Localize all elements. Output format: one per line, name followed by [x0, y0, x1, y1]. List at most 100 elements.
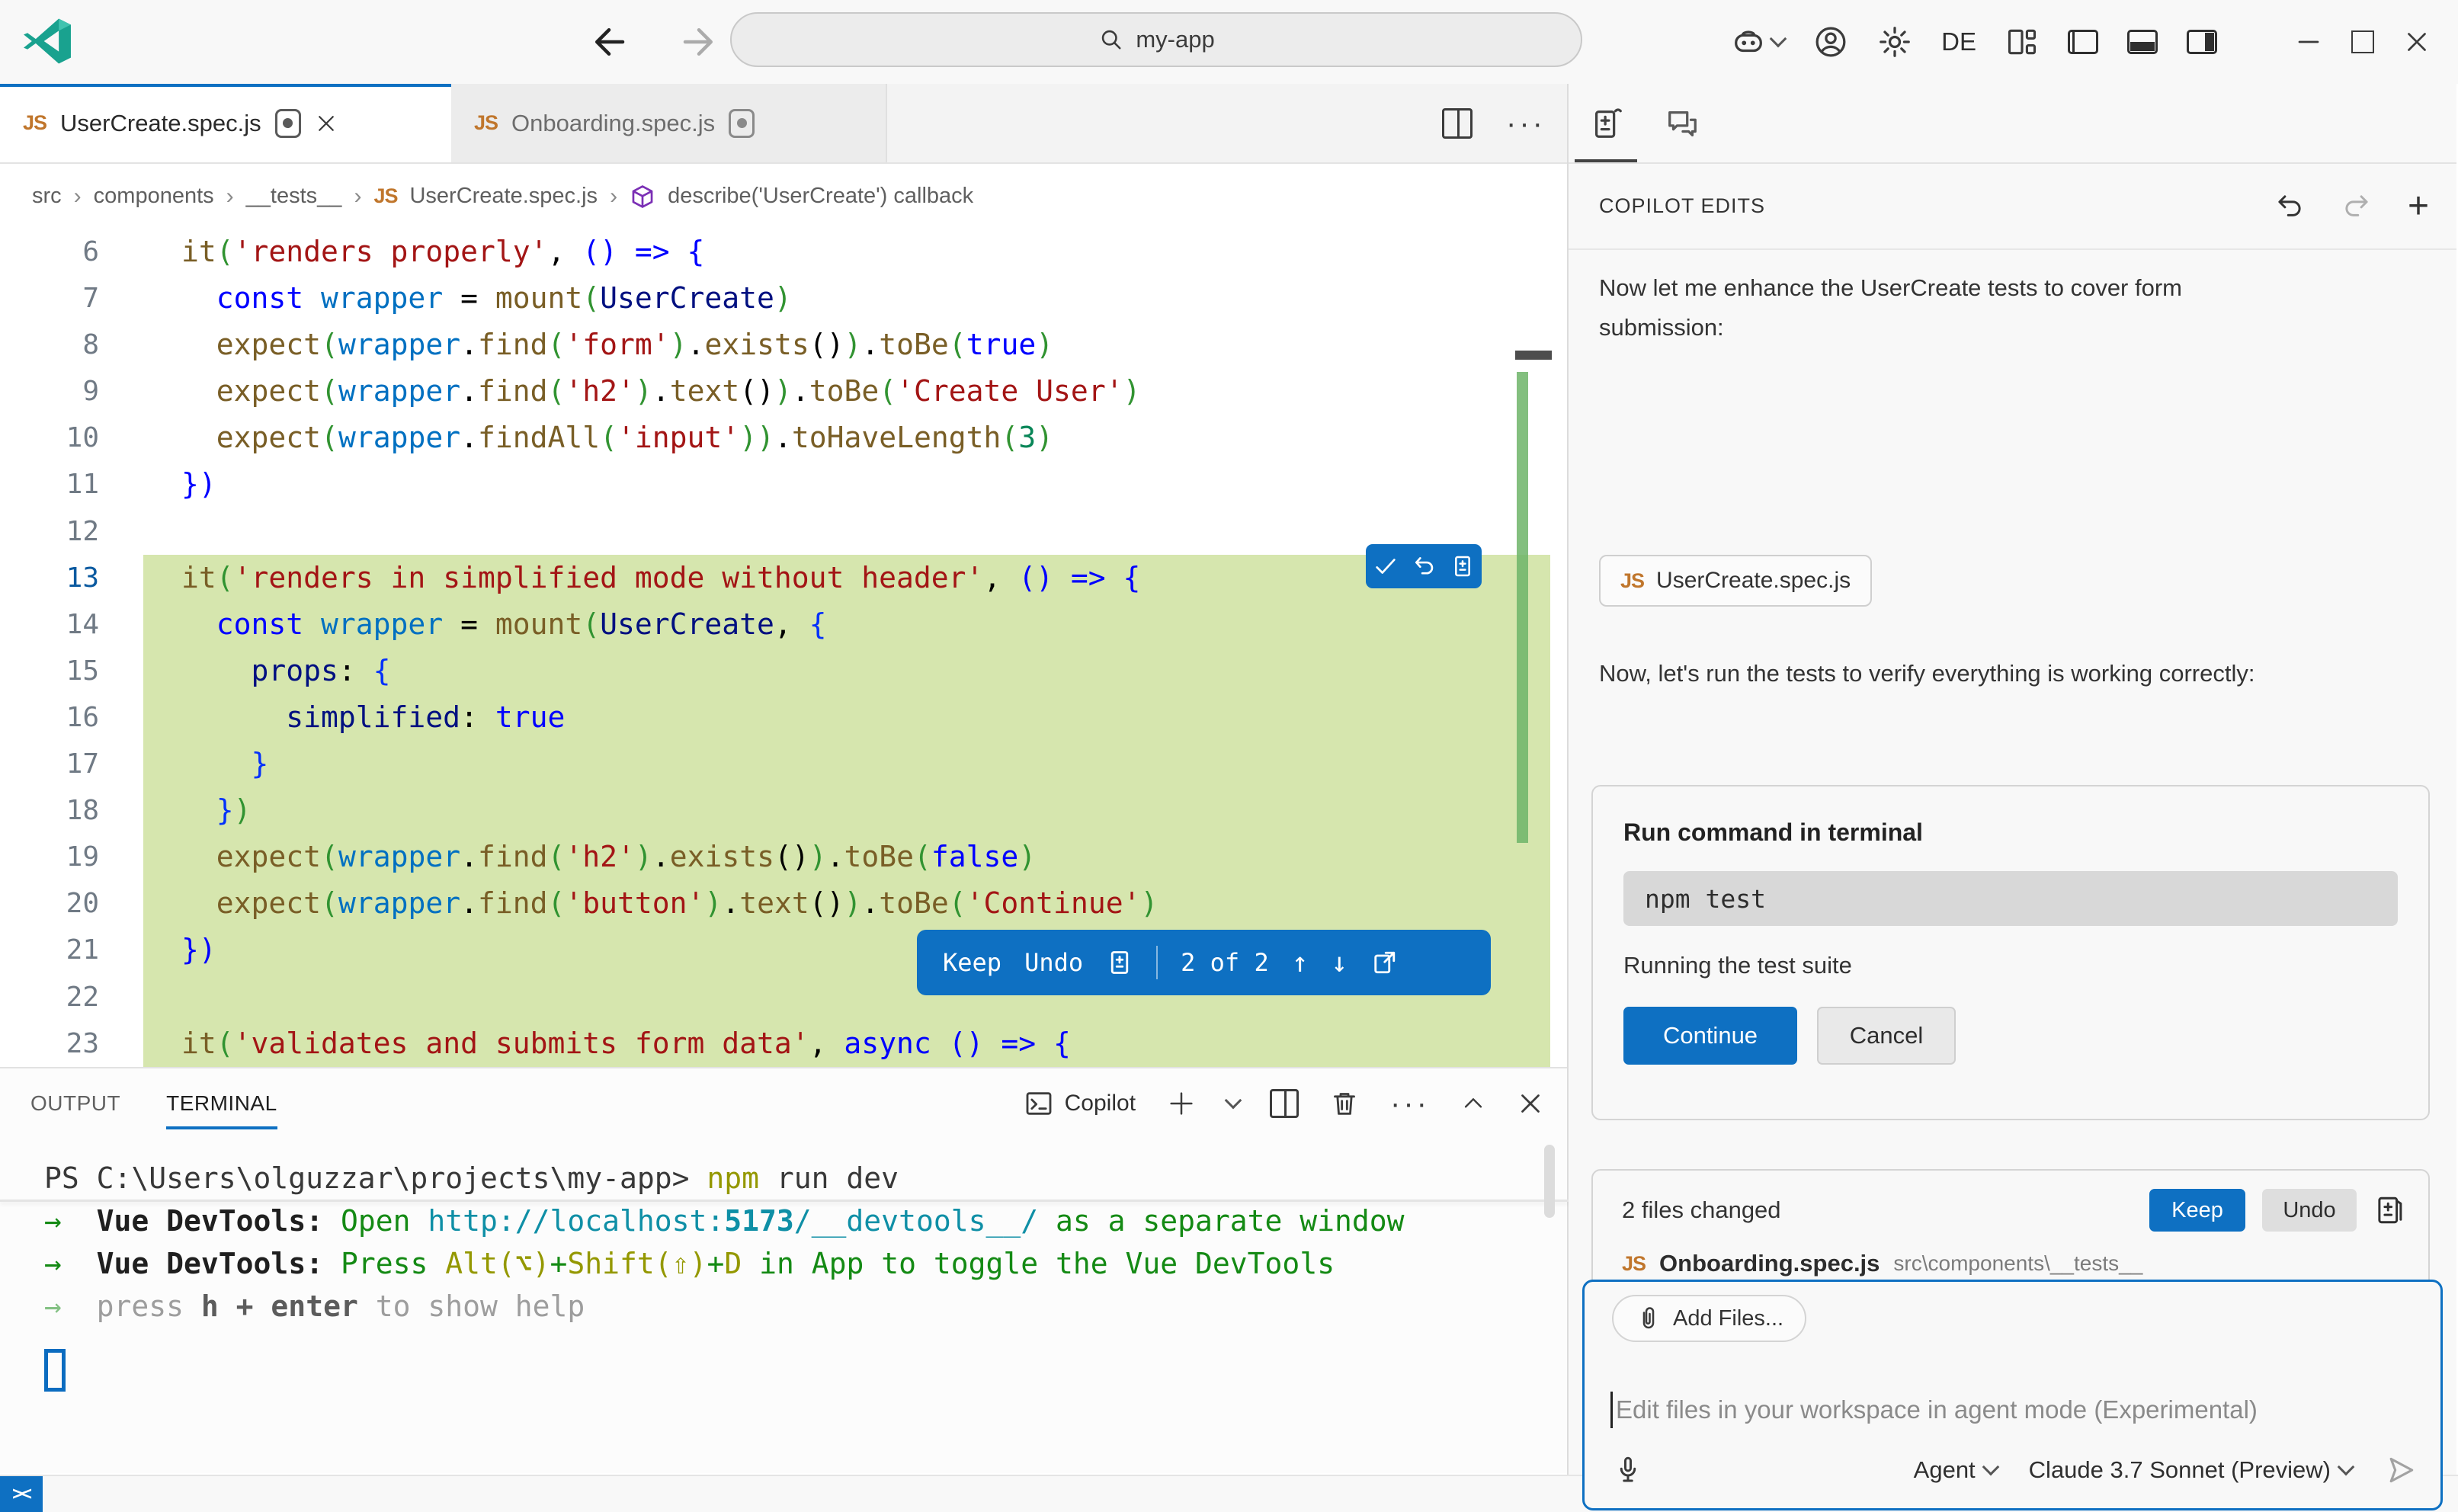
- window-maximize-button[interactable]: [2351, 30, 2374, 53]
- code-line[interactable]: 16 simplified: true: [0, 694, 1567, 741]
- toggle-primary-sidebar-icon[interactable]: [2068, 30, 2098, 54]
- code-line[interactable]: 8 expect(wrapper.find('form').exists()).…: [0, 322, 1567, 368]
- code-text: props: {: [143, 648, 1550, 694]
- previous-change-icon[interactable]: ↑: [1292, 947, 1309, 979]
- new-terminal-icon[interactable]: [1166, 1088, 1197, 1119]
- command-preview: npm test: [1623, 871, 2398, 926]
- overview-inserted-lines-bar: [1517, 372, 1528, 843]
- split-editor-icon[interactable]: [1442, 108, 1473, 139]
- close-tab-icon[interactable]: [315, 112, 338, 135]
- model-picker-dropdown[interactable]: Claude 3.7 Sonnet (Preview): [2029, 1456, 2352, 1484]
- code-line[interactable]: 6it('renders properly', () => {: [0, 229, 1567, 275]
- nav-back-icon[interactable]: [588, 21, 630, 62]
- customize-layout-icon[interactable]: [2005, 25, 2039, 59]
- breadcrumb-file[interactable]: UserCreate.spec.js: [409, 184, 598, 209]
- terminal-dropdown-icon[interactable]: [1225, 1092, 1242, 1110]
- keep-all-button[interactable]: Keep: [2149, 1189, 2245, 1232]
- code-line[interactable]: 23it('validates and submits form data', …: [0, 1020, 1567, 1067]
- line-number: 19: [0, 834, 99, 880]
- modified-indicator-icon[interactable]: [275, 109, 301, 138]
- code-text: const wrapper = mount(UserCreate): [143, 275, 1550, 322]
- code-line[interactable]: 11}): [0, 461, 1567, 508]
- line-number: 20: [0, 880, 99, 927]
- code-line[interactable]: 14 const wrapper = mount(UserCreate, {: [0, 601, 1567, 648]
- line-number: 22: [0, 974, 99, 1020]
- file-name: Onboarding.spec.js: [1659, 1250, 1880, 1277]
- redo-edit-icon: [2341, 191, 2373, 223]
- diff-file-icon[interactable]: [1450, 554, 1475, 578]
- code-line[interactable]: 20 expect(wrapper.find('button').text())…: [0, 880, 1567, 927]
- kill-terminal-icon[interactable]: [1329, 1088, 1360, 1119]
- send-icon[interactable]: [2384, 1453, 2418, 1487]
- split-terminal-icon[interactable]: [1270, 1089, 1299, 1118]
- line-number: 7: [0, 275, 99, 322]
- panel-tab-terminal[interactable]: TERMINAL: [166, 1068, 277, 1139]
- cancel-button[interactable]: Cancel: [1817, 1007, 1956, 1065]
- panel-tab-output[interactable]: OUTPUT: [30, 1068, 120, 1139]
- add-files-button[interactable]: Add Files...: [1612, 1295, 1806, 1342]
- breadcrumb-src[interactable]: src: [32, 184, 62, 209]
- breadcrumb-components[interactable]: components: [94, 184, 214, 209]
- nav-forward-icon[interactable]: [678, 21, 719, 62]
- microphone-icon[interactable]: [1612, 1454, 1644, 1486]
- code-line[interactable]: 9 expect(wrapper.find('h2').text()).toBe…: [0, 368, 1567, 415]
- tab-usercreate-spec[interactable]: JS UserCreate.spec.js: [0, 84, 451, 162]
- files-changed-header: 2 files changed: [1622, 1196, 2133, 1224]
- js-file-icon: JS: [373, 184, 397, 208]
- code-line[interactable]: 15 props: {: [0, 648, 1567, 694]
- terminal-profile[interactable]: Copilot: [1024, 1088, 1136, 1119]
- keyboard-layout-badge[interactable]: DE: [1941, 27, 1976, 56]
- line-number: 13: [0, 555, 99, 601]
- scrollbar-thumb[interactable]: [1515, 351, 1552, 360]
- continue-button[interactable]: Continue: [1623, 1007, 1797, 1065]
- undo-change-button[interactable]: Undo: [1024, 948, 1083, 977]
- code-text: it('renders properly', () => {: [143, 229, 1550, 275]
- window-close-button[interactable]: [2403, 28, 2431, 56]
- diff-file-icon[interactable]: [1106, 949, 1133, 976]
- open-changes-icon[interactable]: [1370, 949, 1398, 976]
- code-text: simplified: true: [143, 694, 1550, 741]
- settings-gear-icon[interactable]: [1877, 24, 1912, 59]
- command-center-search[interactable]: my-app: [730, 12, 1582, 67]
- code-line[interactable]: 12: [0, 508, 1567, 555]
- code-line[interactable]: 7 const wrapper = mount(UserCreate): [0, 275, 1567, 322]
- chat-tab-icon[interactable]: [1665, 106, 1700, 141]
- toggle-panel-icon[interactable]: [2127, 30, 2158, 54]
- view-all-diffs-icon[interactable]: [2373, 1194, 2405, 1226]
- breadcrumb-tests[interactable]: __tests__: [246, 184, 342, 209]
- discard-change-icon[interactable]: [1412, 553, 1437, 579]
- chat-input-box[interactable]: Add Files... Edit files in your workspac…: [1582, 1280, 2443, 1510]
- undo-edit-icon[interactable]: [2274, 191, 2306, 223]
- more-actions-icon[interactable]: ···: [1390, 1096, 1430, 1111]
- terminal-output[interactable]: PS C:\Users\olguzzar\projects\my-app> np…: [0, 1139, 1567, 1392]
- code-line[interactable]: 10 expect(wrapper.findAll('input')).toHa…: [0, 415, 1567, 461]
- account-icon[interactable]: [1813, 24, 1848, 59]
- code-line[interactable]: 19 expect(wrapper.find('h2').exists()).t…: [0, 834, 1567, 880]
- breadcrumb-symbol[interactable]: describe('UserCreate') callback: [668, 184, 973, 209]
- close-panel-icon[interactable]: [1517, 1090, 1544, 1117]
- maximize-panel-icon[interactable]: [1460, 1091, 1486, 1116]
- tab-onboarding-spec[interactable]: JS Onboarding.spec.js: [451, 84, 887, 162]
- model-label: Claude 3.7 Sonnet (Preview): [2029, 1456, 2331, 1484]
- code-editor[interactable]: 6it('renders properly', () => {7 const w…: [0, 229, 1567, 1067]
- keep-change-button[interactable]: Keep: [943, 948, 1001, 977]
- next-change-icon[interactable]: ↓: [1331, 947, 1348, 979]
- changed-file-row[interactable]: JS Onboarding.spec.js src\components\__t…: [1608, 1242, 2413, 1285]
- code-text: it('renders in simplified mode without h…: [143, 555, 1550, 601]
- code-line[interactable]: 18 }): [0, 787, 1567, 834]
- terminal-scrollbar[interactable]: [1544, 1145, 1555, 1218]
- agent-mode-dropdown[interactable]: Agent: [1914, 1456, 1997, 1484]
- toggle-secondary-sidebar-icon[interactable]: [2187, 30, 2217, 54]
- new-session-icon[interactable]: +: [2408, 191, 2429, 222]
- remote-indicator[interactable]: ><: [0, 1476, 43, 1512]
- file-chip[interactable]: JS UserCreate.spec.js: [1599, 555, 1872, 607]
- window-minimize-button[interactable]: [2295, 28, 2322, 56]
- undo-all-button[interactable]: Undo: [2262, 1189, 2357, 1232]
- code-line[interactable]: 13 it('renders in simplified mode without…: [0, 555, 1567, 601]
- copilot-edits-tab-icon[interactable]: [1590, 106, 1625, 141]
- panel-title: COPILOT EDITS: [1599, 194, 1765, 218]
- code-line[interactable]: 17 }: [0, 741, 1567, 787]
- copilot-menu[interactable]: [1731, 24, 1784, 59]
- more-actions-icon[interactable]: ···: [1506, 116, 1546, 131]
- accept-change-icon[interactable]: [1373, 553, 1399, 579]
